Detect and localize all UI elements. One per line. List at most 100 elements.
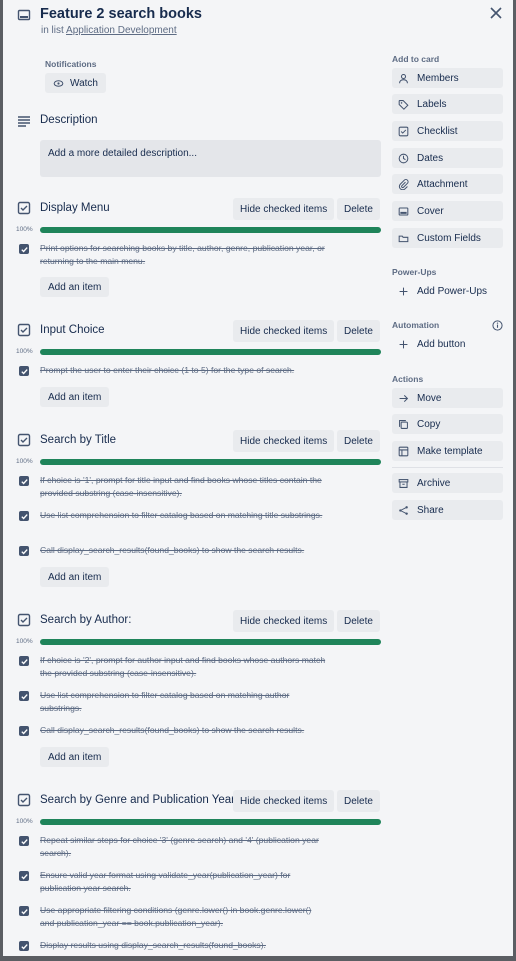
custom-fields-label: Custom Fields [417, 232, 481, 244]
members-button[interactable]: Members [392, 68, 503, 88]
automation-label: Automation [392, 320, 440, 330]
checklist-item-text[interactable]: Use appropriate filtering conditions (ge… [40, 904, 326, 929]
delete-checklist-button[interactable]: Delete [337, 610, 380, 632]
checklist-item-text[interactable]: Call display_search_results(found_books)… [40, 724, 326, 737]
card-list-location: in list Application Development [41, 25, 177, 36]
labels-label: Labels [417, 98, 447, 110]
checklist-title[interactable]: Input Choice [40, 324, 105, 336]
checklist-title[interactable]: Search by Title [40, 434, 116, 446]
delete-checklist-button[interactable]: Delete [337, 198, 380, 220]
add-item-button[interactable]: Add an item [40, 387, 110, 407]
fields-icon [398, 233, 409, 244]
checklist-item-text[interactable]: Use list comprehension to filter catalog… [40, 689, 326, 714]
progress-percent: 100% [16, 638, 33, 645]
dates-button[interactable]: Dates [392, 148, 503, 168]
add-button-button[interactable]: Add button [392, 334, 503, 354]
checklist-item-text[interactable]: Use list comprehension to filter catalog… [40, 509, 326, 522]
archive-button[interactable]: Archive [392, 473, 503, 493]
checklist-item-checkbox[interactable] [19, 726, 29, 736]
hide-checked-items-button[interactable]: Hide checked items [233, 198, 335, 220]
make-template-button[interactable]: Make template [392, 441, 503, 461]
progress-bar-fill [40, 349, 381, 355]
add-powerups-button[interactable]: Add Power-Ups [392, 281, 503, 301]
progress-bar-track [40, 819, 381, 825]
add-item-button[interactable]: Add an item [40, 747, 110, 767]
checklist-item-checkbox[interactable] [19, 836, 29, 846]
actions-divider [392, 467, 503, 468]
checklist-icon [17, 201, 31, 215]
checklist-item-text[interactable]: If choice is '1', prompt for title input… [40, 474, 326, 499]
card-title[interactable]: Feature 2 search books [40, 6, 202, 22]
progress-percent: 100% [16, 818, 33, 825]
paperclip-icon [398, 178, 409, 190]
checklist-item-checkbox[interactable] [19, 366, 29, 376]
delete-checklist-button[interactable]: Delete [337, 790, 380, 812]
checklist-item-checkbox[interactable] [19, 941, 29, 951]
hide-checked-items-button[interactable]: Hide checked items [233, 320, 335, 342]
add-powerups-label: Add Power-Ups [417, 285, 488, 297]
checklist-item-checkbox[interactable] [19, 871, 29, 881]
checklist-item-text[interactable]: Ensure valid year format using validate_… [40, 869, 326, 894]
hide-checked-items-button[interactable]: Hide checked items [233, 610, 335, 632]
description-heading: Description [40, 114, 98, 126]
checklist-title[interactable]: Search by Author: [40, 614, 131, 626]
list-link[interactable]: Application Development [66, 25, 177, 36]
attachment-button[interactable]: Attachment [392, 174, 503, 194]
checklist-item-checkbox[interactable] [19, 511, 29, 521]
progress-bar-track [40, 639, 381, 645]
checklist-title[interactable]: Display Menu [40, 202, 110, 214]
checklist-item-checkbox[interactable] [19, 656, 29, 666]
checklist-item-checkbox[interactable] [19, 476, 29, 486]
card-detail-modal: Feature 2 search books in list Applicati… [3, 0, 513, 956]
checklist-item-checkbox[interactable] [19, 244, 29, 254]
close-icon[interactable] [487, 4, 505, 22]
hide-checked-items-button[interactable]: Hide checked items [233, 430, 335, 452]
tag-icon [398, 99, 409, 110]
share-button[interactable]: Share [392, 500, 503, 520]
progress-percent: 100% [16, 458, 33, 465]
checklist-item-text[interactable]: Display results using display_search_res… [40, 939, 326, 952]
checklist-item-checkbox[interactable] [19, 906, 29, 916]
copy-icon [398, 419, 409, 430]
delete-checklist-button[interactable]: Delete [337, 320, 380, 342]
add-item-button[interactable]: Add an item [40, 567, 110, 587]
custom-fields-button[interactable]: Custom Fields [392, 228, 503, 248]
info-icon[interactable] [492, 320, 503, 334]
members-label: Members [417, 72, 459, 84]
copy-button[interactable]: Copy [392, 414, 503, 434]
delete-checklist-button[interactable]: Delete [337, 430, 380, 452]
move-button[interactable]: Move [392, 388, 503, 408]
watch-button[interactable]: Watch [45, 73, 106, 93]
archive-icon [398, 478, 409, 489]
checklist-item-text[interactable]: Call display_search_results(found_books)… [40, 544, 326, 557]
progress-bar-track [40, 459, 381, 465]
progress-bar-fill [40, 639, 381, 645]
in-list-prefix: in list [41, 25, 64, 36]
cover-button[interactable]: Cover [392, 201, 503, 221]
add-button-label: Add button [417, 338, 466, 350]
checklist-item-text[interactable]: Repeat similar steps for choice '3' (gen… [40, 834, 326, 859]
template-icon [398, 446, 409, 457]
checklist-item-text[interactable]: If choice is '2', prompt for author inpu… [40, 654, 326, 679]
actions-label: Actions [392, 374, 424, 384]
description-icon [17, 114, 31, 128]
hide-checked-items-button[interactable]: Hide checked items [233, 790, 335, 812]
make-template-label: Make template [417, 445, 483, 457]
checklist-title[interactable]: Search by Genre and Publication Year: [40, 794, 238, 806]
checklist-item-checkbox[interactable] [19, 546, 29, 556]
plus-icon [398, 339, 409, 350]
checklist-item-checkbox[interactable] [19, 691, 29, 701]
watch-label: Watch [70, 77, 98, 89]
description-input[interactable]: Add a more detailed description... [40, 140, 381, 177]
checklist-item-text[interactable]: Print options for searching books by tit… [40, 242, 326, 267]
add-item-button[interactable]: Add an item [40, 277, 110, 297]
checklist-item-text[interactable]: Prompt the user to enter their choice (1… [40, 364, 326, 377]
checklist-icon [17, 433, 31, 447]
archive-label: Archive [417, 477, 451, 489]
labels-button[interactable]: Labels [392, 94, 503, 114]
clock-icon [398, 153, 409, 164]
attachment-label: Attachment [417, 178, 468, 190]
checklist-icon [398, 126, 409, 137]
checklist-button[interactable]: Checklist [392, 121, 503, 141]
eye-icon [53, 78, 64, 89]
